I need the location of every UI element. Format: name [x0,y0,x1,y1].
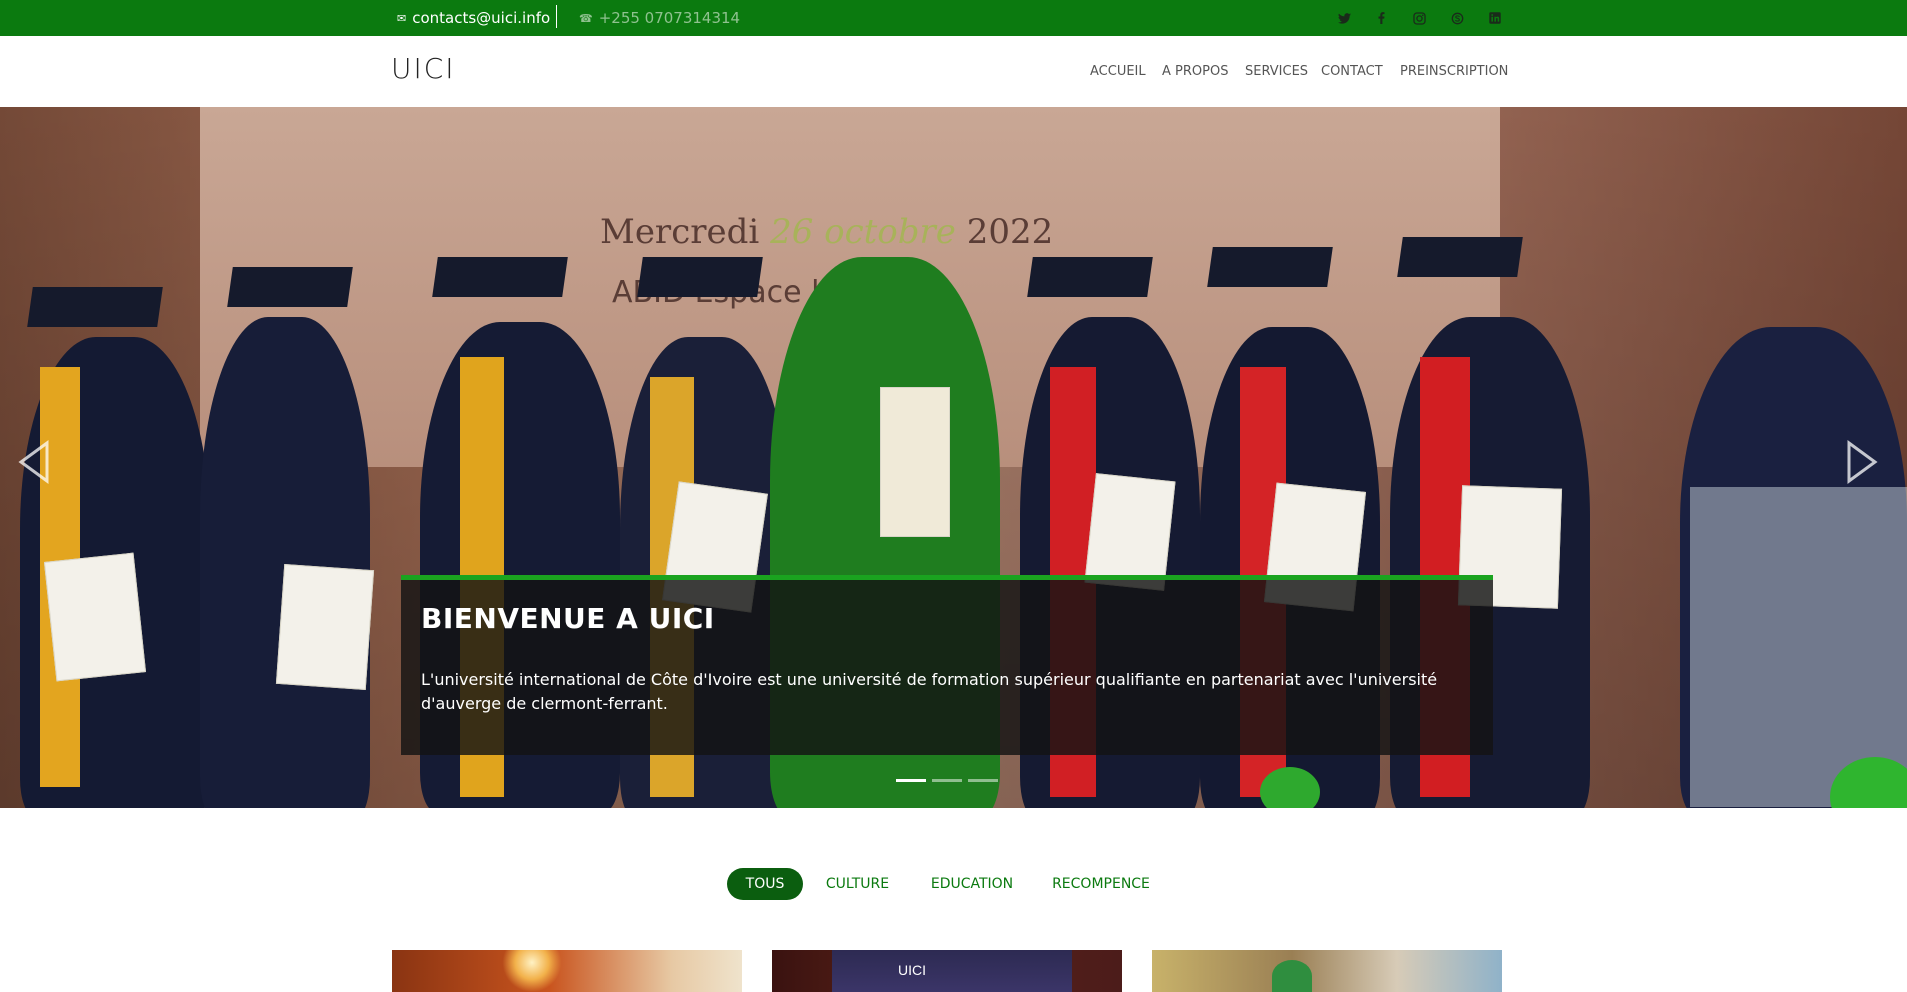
hero-text: L'université international de Côte d'Ivo… [421,670,1438,713]
envelope-icon: ✉ [397,11,407,25]
site-header: UICI ACCUEIL A PROPOS SERVICES CONTACT P… [0,36,1907,107]
filter-education[interactable]: EDUCATION [922,868,1022,900]
nav-services[interactable]: SERVICES [1245,36,1308,107]
slider-indicator-3[interactable] [968,779,998,782]
slider-next-arrow[interactable] [1841,437,1881,487]
hero-banner-date: Mercredi 26 octobre 2022 [600,212,1053,252]
gallery-item-2-screen: UICI [832,950,1072,992]
facebook-icon[interactable] [1370,0,1392,36]
hero-title: BIENVENUE A UICI [421,602,715,635]
email-contact[interactable]: ✉ contacts@uici.info [397,0,550,36]
gallery-filters: TOUS CULTURE EDUCATION RECOMPENCE [0,868,1907,900]
instagram-icon[interactable] [1408,0,1430,36]
nav-contact[interactable]: CONTACT [1321,36,1383,107]
banner-date-prefix: Mercredi [600,212,760,252]
contact-separator [556,5,557,28]
top-bar: ✉ contacts@uici.info ☎ +255 0707314314 [0,0,1907,36]
nav-preinscription[interactable]: PREINSCRIPTION [1400,36,1508,107]
slider-indicator-2[interactable] [932,779,962,782]
gallery-item-3[interactable] [1152,950,1502,992]
filter-recompence[interactable]: RECOMPENCE [1046,868,1156,900]
filter-culture[interactable]: CULTURE [815,868,900,900]
gallery-item-1-light [502,950,562,992]
banner-date-cursive: 26 octobre [770,212,956,252]
gallery-item-1[interactable] [392,950,742,992]
gallery-item-2[interactable]: UICI [772,950,1122,992]
phone-icon: ☎ [579,11,593,25]
nav-a-propos[interactable]: A PROPOS [1162,36,1228,107]
gallery-item-3-figure [1272,960,1312,992]
phone-contact[interactable]: ☎ +255 0707314314 [579,0,740,36]
gallery-item-2-caption: UICI [898,962,926,978]
hero-caption: BIENVENUE A UICI L'université internatio… [401,575,1493,755]
slider-indicator-1[interactable] [896,779,926,782]
hero-slider: Mercredi 26 octobre 2022 ABID Espace lle… [0,107,1907,808]
filter-tous[interactable]: TOUS [727,868,803,900]
slider-indicators [896,779,998,782]
email-text: contacts@uici.info [412,9,551,27]
slider-prev-arrow[interactable] [15,437,55,487]
phone-text: +255 0707314314 [598,9,741,27]
site-logo[interactable]: UICI [391,52,456,85]
nav-accueil[interactable]: ACCUEIL [1090,36,1146,107]
linkedin-icon[interactable] [1484,0,1506,36]
twitter-icon[interactable] [1333,0,1355,36]
banner-year: 2022 [966,212,1054,252]
skype-icon[interactable] [1446,0,1468,36]
